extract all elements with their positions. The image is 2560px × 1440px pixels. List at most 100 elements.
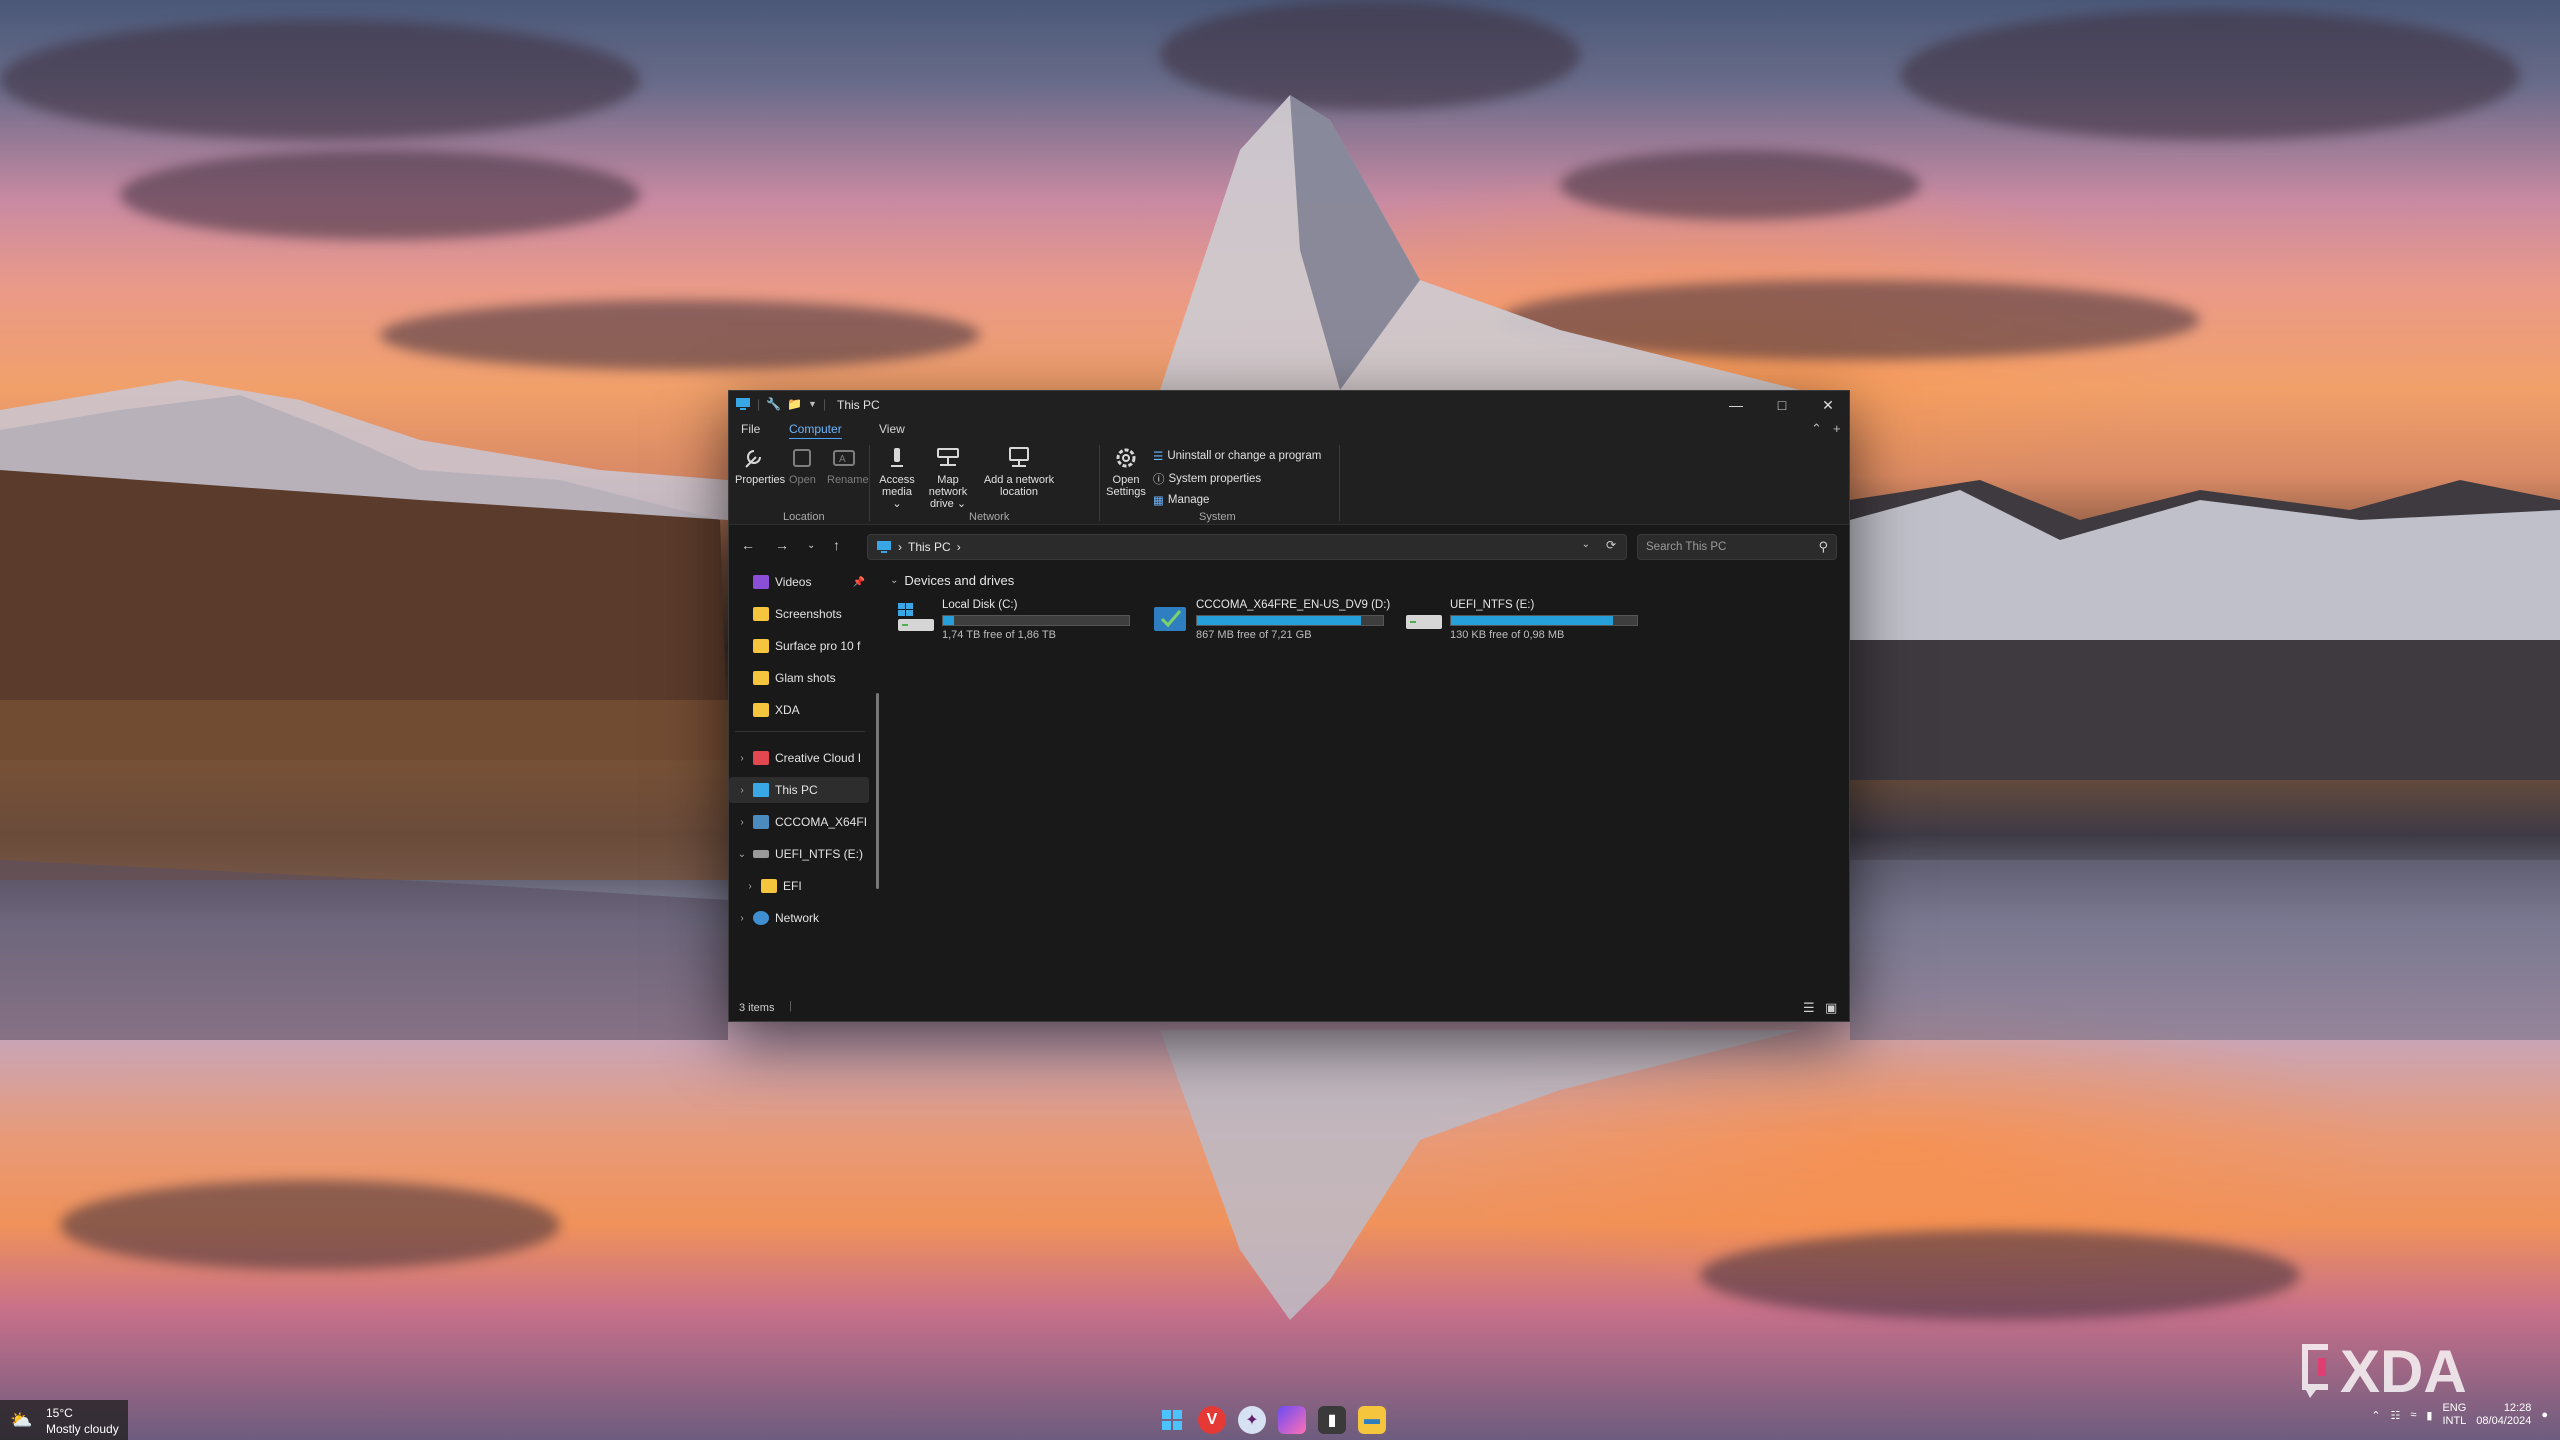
separator: | [757, 397, 761, 411]
group-label-system: System [1199, 511, 1236, 523]
group-label-location: Location [783, 511, 825, 523]
chevron-right-icon[interactable]: › [735, 753, 749, 764]
separator: | [822, 397, 827, 411]
videos-icon [753, 575, 769, 589]
properties-button[interactable]: Properties [735, 445, 785, 486]
drive-tile-e[interactable]: UEFI_NTFS (E:) 130 KB free of 0,98 MB [1404, 597, 1644, 641]
sidebar-item-xda[interactable]: XDA [729, 697, 869, 723]
refresh-icon[interactable]: ⟳ [1606, 538, 1616, 552]
chevron-down-icon[interactable]: ⌄ [735, 849, 749, 860]
drive-tile-c[interactable]: Local Disk (C:) 1,74 TB free of 1,86 TB [896, 597, 1136, 641]
sidebar-scrollbar[interactable] [876, 693, 879, 889]
forward-arrow-icon[interactable]: → [775, 537, 789, 553]
sidebar-item-creative-cloud[interactable]: › Creative Cloud I [729, 745, 869, 771]
sidebar-item-screenshots[interactable]: Screenshots [729, 601, 869, 627]
chevron-right-icon[interactable]: › [735, 817, 749, 828]
group-header-devices[interactable]: ⌄ Devices and drives [890, 573, 1014, 588]
uninstall-program-button[interactable]: ☰ Uninstall or change a program [1153, 449, 1321, 463]
maximize-button[interactable]: □ [1759, 391, 1805, 419]
back-arrow-icon[interactable]: ← [741, 537, 755, 553]
svg-text:A: A [839, 454, 846, 465]
taskbar-apps: V ✦ ▮ ▬ [1158, 1406, 1386, 1434]
map-network-drive-button[interactable]: Map network drive ⌄ [919, 445, 977, 510]
this-pc-icon [877, 541, 891, 553]
details-view-icon[interactable]: ☰ [1803, 1000, 1815, 1016]
system-drive-icon [898, 603, 934, 631]
manage-button[interactable]: ▦ Manage [1153, 493, 1209, 507]
navigation-bar: ← → ⌄ ↑ › This PC › ⌄ ⟳ Search This PC ⚲ [729, 526, 1849, 566]
quick-access-toolbar: | 🔧 📁 ▼ | [735, 397, 826, 411]
chevron-right-icon[interactable]: › [743, 881, 757, 892]
access-media-button[interactable]: Access media ⌄ [879, 445, 915, 510]
collapse-ribbon-icon[interactable]: ⌃ [1811, 421, 1822, 437]
sidebar-item-network[interactable]: › Network [729, 905, 869, 931]
search-icon[interactable]: ⚲ [1818, 539, 1828, 555]
breadcrumb-chevron-icon[interactable]: › [957, 540, 961, 554]
sidebar-item-videos[interactable]: Videos 📌 [729, 569, 869, 595]
title-bar: | 🔧 📁 ▼ | This PC — □ ✕ [729, 391, 1849, 419]
chevron-right-icon[interactable]: › [735, 913, 749, 924]
sidebar-item-glam-shots[interactable]: Glam shots [729, 665, 869, 691]
tiles-view-icon[interactable]: ▣ [1825, 1000, 1837, 1016]
weather-widget[interactable]: ⛅ 15°C Mostly cloudy [0, 1400, 128, 1440]
ribbon-tabs: File Computer View ⌃ + [729, 419, 1849, 440]
sidebar-item-efi[interactable]: › EFI [729, 873, 869, 899]
breadcrumb-this-pc[interactable]: This PC [908, 540, 951, 554]
sidebar-item-this-pc[interactable]: › This PC [729, 777, 869, 803]
add-network-location-button[interactable]: Add a network location [979, 445, 1059, 498]
status-bar: 3 items | ☰ ▣ [729, 997, 1849, 1021]
battery-icon[interactable]: ▮ [2426, 1409, 2432, 1422]
chevron-right-icon[interactable]: › [735, 785, 749, 796]
clipchamp-icon[interactable] [1278, 1406, 1306, 1434]
sidebar-item-surface[interactable]: Surface pro 10 f [729, 633, 869, 659]
drive-usage-bar [942, 615, 1130, 626]
breadcrumb-chevron-icon[interactable]: › [898, 540, 902, 554]
xda-watermark: XDA [2302, 1338, 2467, 1404]
tray-overflow-icon[interactable]: ⌃ [2371, 1409, 2380, 1422]
sidebar-item-uefi[interactable]: ⌄ UEFI_NTFS (E:) [729, 841, 869, 867]
terminal-icon[interactable]: ▮ [1318, 1406, 1346, 1434]
open-button[interactable]: Open [789, 445, 816, 486]
pin-icon[interactable]: 📌 [853, 577, 865, 588]
wifi-icon[interactable]: ≈ [2410, 1409, 2416, 1421]
new-folder-quick-icon[interactable]: 📁 [787, 397, 802, 411]
rename-button[interactable]: A Rename [827, 445, 869, 486]
sidebar-item-cccoma[interactable]: › CCCOMA_X64FI [729, 809, 869, 835]
item-count: 3 items [739, 1002, 775, 1014]
start-button[interactable] [1158, 1406, 1186, 1434]
help-plus-icon[interactable]: + [1833, 421, 1841, 436]
notification-bell-icon[interactable]: ● [2541, 1409, 2548, 1421]
slack-icon[interactable]: ✦ [1238, 1406, 1266, 1434]
network-status-icon[interactable]: ☷ [2390, 1409, 2400, 1422]
chevron-down-icon[interactable]: ⌄ [890, 575, 898, 586]
vivaldi-icon[interactable]: V [1198, 1406, 1226, 1434]
tab-computer[interactable]: Computer [789, 422, 842, 440]
up-arrow-icon[interactable]: ↑ [833, 537, 840, 553]
usb-drive-icon [753, 850, 769, 858]
search-input[interactable]: Search This PC ⚲ [1637, 534, 1837, 560]
close-button[interactable]: ✕ [1805, 391, 1851, 419]
tab-view[interactable]: View [879, 422, 905, 436]
tab-file[interactable]: File [741, 422, 760, 436]
address-bar[interactable]: › This PC › ⌄ ⟳ [867, 534, 1627, 560]
language-indicator[interactable]: ENG INTL [2442, 1402, 2466, 1428]
drive-tile-d[interactable]: CCCOMA_X64FRE_EN-US_DV9 (D:) 867 MB free… [1150, 597, 1390, 641]
address-dropdown-icon[interactable]: ⌄ [1582, 539, 1590, 550]
program-list-icon: ☰ [1153, 451, 1164, 463]
clock[interactable]: 12:28 08/04/2024 [2476, 1402, 2531, 1428]
drive-usage-bar [1450, 615, 1638, 626]
computer-management-icon: ▦ [1153, 495, 1164, 507]
separator: | [789, 1000, 792, 1012]
properties-quick-icon[interactable]: 🔧 [766, 397, 781, 411]
window-title: This PC [837, 398, 880, 412]
system-properties-button[interactable]: ⓘ System properties [1153, 471, 1261, 487]
minimize-button[interactable]: — [1713, 391, 1759, 419]
recent-locations-chevron-icon[interactable]: ⌄ [807, 540, 815, 551]
open-settings-button[interactable]: Open Settings [1105, 445, 1147, 498]
rename-icon: A [833, 450, 855, 466]
file-explorer-taskbar-icon[interactable]: ▬ [1358, 1406, 1386, 1434]
this-pc-icon [736, 398, 750, 410]
media-server-icon [891, 448, 903, 467]
file-explorer-window: | 🔧 📁 ▼ | This PC — □ ✕ File Computer Vi… [728, 390, 1850, 1022]
chevron-down-icon[interactable]: ▼ [808, 399, 817, 409]
